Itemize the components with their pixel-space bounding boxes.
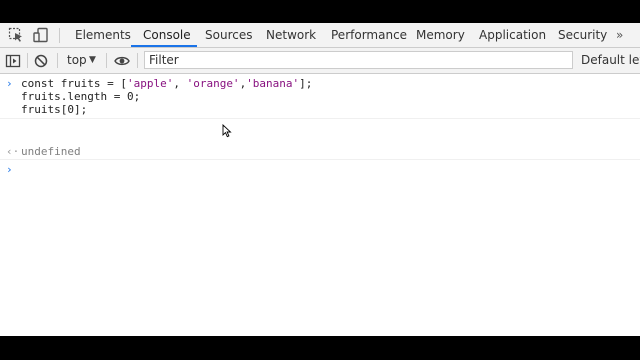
code-text: ]; [299,77,313,90]
console-result: undefined [21,145,81,158]
live-expression-icon[interactable] [114,53,130,69]
device-toolbar-icon[interactable] [33,27,49,43]
result-value: undefined [21,145,81,158]
prompt-chevron-icon: › [6,163,13,176]
more-tabs-button[interactable]: » [616,23,623,47]
message-divider [0,159,640,160]
toolbar-separator [137,53,138,68]
console-output[interactable]: › const fruits = ['apple', 'orange','ban… [0,74,640,336]
tab-console[interactable]: Console [143,23,191,47]
active-tab-indicator [131,45,197,47]
clear-console-icon[interactable] [33,53,49,69]
string-literal: 'orange' [186,77,240,90]
tab-network[interactable]: Network [266,23,316,47]
code-text: const fruits = [ [21,77,127,90]
string-literal: 'banana' [246,77,300,90]
toolbar-separator [57,53,58,68]
filter-input[interactable] [145,52,572,68]
devtools-tab-bar: Elements Console Sources Network Perform… [0,23,640,48]
devtools-window: Elements Console Sources Network Perform… [0,23,640,336]
result-arrow-icon: ‹· [6,145,20,158]
filter-field[interactable] [144,51,573,69]
console-sidebar-icon[interactable] [5,53,21,69]
toolbar-separator [106,53,107,68]
console-input-line-2: fruits.length = 0; [21,90,141,103]
input-prompt-icon: › [6,77,13,90]
console-input-line-3: fruits[0]; [21,103,88,116]
element-picker-icon[interactable] [8,27,24,43]
string-literal: 'apple' [126,77,174,90]
console-toolbar: top ▼ Default levels [0,48,640,74]
tab-security[interactable]: Security [558,23,607,47]
mouse-cursor-icon [222,124,232,138]
context-selector[interactable]: top [67,48,87,73]
tab-memory[interactable]: Memory [416,23,465,47]
tab-performance[interactable]: Performance [331,23,407,47]
tab-sources[interactable]: Sources [205,23,252,47]
chevron-down-icon[interactable]: ▼ [89,48,96,73]
code-text: , [173,77,187,90]
console-input-line-1: const fruits = ['apple', 'orange','banan… [21,77,312,90]
toolbar-separator [27,53,28,68]
tab-application[interactable]: Application [479,23,546,47]
message-divider [0,118,640,119]
tab-bar-separator [59,28,60,43]
log-levels-dropdown[interactable]: Default levels [581,48,640,73]
tab-elements[interactable]: Elements [75,23,131,47]
